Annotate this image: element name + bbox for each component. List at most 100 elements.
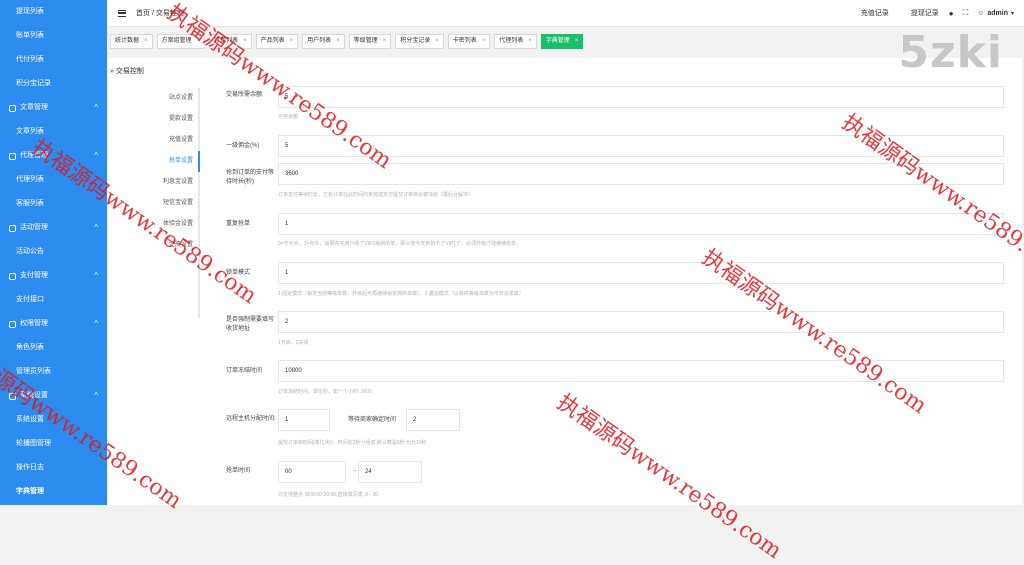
tab[interactable]: 积分宝记录 × (395, 34, 444, 49)
pay-wait-help: 订单支付等待时长，已抢订单在此时间内未完成支付提交订单将会被冻结（需后台解冻） (278, 192, 474, 198)
top-header: 首页 / 交易控制 充值记录 提现记录 ● ⛶ ☺ admin ▾ (107, 0, 1024, 27)
bell-icon[interactable]: ● (949, 9, 954, 18)
subnav-item[interactable]: 注册设置 (158, 235, 198, 256)
breadcrumb: 首页 / 交易控制 (136, 10, 184, 17)
sidebar-group[interactable]: 权限管理 ^ (0, 312, 107, 336)
sidebar-item[interactable]: 账单列表 (0, 24, 107, 48)
sidebar-item[interactable]: 代付列表 (0, 48, 107, 72)
min-balance-help: 可用余额 (278, 114, 299, 120)
tab-label: 积分宝记录 (400, 38, 431, 44)
subnav-item[interactable]: 短信宝设置 (158, 193, 198, 214)
sidebar-item[interactable]: 管理员列表 (0, 360, 107, 384)
order-mode-help: 1:固定模式（锁定当前等级单数，升级后可再继续锁定高的单数），2:叠加模式（以最… (278, 291, 524, 297)
distribute-input-2[interactable]: 2 (406, 409, 460, 431)
repeat-order-label: 重复抢单 (226, 221, 251, 227)
sidebar-group-label: 支付管理 (20, 272, 48, 279)
tab[interactable]: 卡密列表 × (447, 34, 491, 49)
close-icon[interactable]: × (290, 35, 294, 48)
tab[interactable]: 订单列表 × (209, 34, 252, 49)
sidebar-item[interactable]: 系统设置 (0, 408, 107, 432)
sidebar-item[interactable]: 提现列表 (0, 0, 107, 24)
sidebar-group-label: 代理管理 (20, 152, 48, 159)
close-icon[interactable]: × (144, 35, 148, 48)
commission-label: 一级佣金(%) (226, 143, 260, 149)
distribute-input-1[interactable]: 1 (278, 409, 330, 431)
tab[interactable]: 统计数据 × (110, 34, 153, 49)
freeze-time-input[interactable]: 10800 (278, 360, 1004, 382)
sidebar-group-label: 文章管理 (20, 104, 48, 111)
repeat-order-help: 0=不允许，1=允许，如果购买用户购了VIP1级别的单，那么他今天就抢不了VIP… (278, 241, 522, 247)
tab[interactable]: 产品列表 × (255, 34, 299, 49)
group-icon (9, 320, 16, 328)
sidebar-group-label: 活动管理 (20, 224, 48, 231)
sidebar-group[interactable]: 活动管理 ^ (0, 216, 107, 240)
tab[interactable]: 等级管理 × (348, 34, 392, 49)
hamburger-icon[interactable] (118, 9, 126, 17)
sidebar-group[interactable]: 文章管理 ^ (0, 96, 107, 120)
sidebar-item[interactable]: 代理列表 (0, 168, 107, 192)
close-icon[interactable]: × (197, 35, 201, 48)
sidebar-group[interactable]: 支付管理 ^ (0, 264, 107, 288)
tab-label: 统计数据 (115, 38, 140, 44)
sidebar-item[interactable]: 操作日志 (0, 456, 107, 480)
sidebar-item[interactable]: 文章列表 (0, 120, 107, 144)
sidebar-item[interactable]: 轮播图管理 (0, 432, 107, 456)
subnav-item[interactable]: 抢单设置 (158, 151, 200, 172)
settings-subnav: 站点设置 提款设置 充值设置 抢单设置 利息宝设置 短信宝设置 体验金设置 注册设置 (158, 88, 200, 318)
sidebar-group-label: 系统设置 (20, 392, 48, 399)
grab-time-from-input[interactable]: 00 (278, 461, 346, 483)
tab[interactable]: 方案组管理 × (156, 34, 206, 49)
close-icon[interactable]: × (435, 35, 439, 48)
chevron-up-icon: ^ (94, 271, 98, 280)
tab[interactable]: 代理列表 × (494, 34, 537, 49)
sidebar-item[interactable]: 角色列表 (0, 336, 107, 360)
close-icon[interactable]: × (528, 35, 532, 48)
group-icon (9, 392, 16, 400)
force-address-input[interactable]: 2 (278, 311, 1004, 333)
username: admin (987, 9, 1008, 17)
close-icon[interactable]: × (383, 35, 387, 48)
fullscreen-icon[interactable]: ⛶ (963, 8, 969, 18)
grab-time-to-input[interactable]: 24 (358, 461, 422, 483)
tab-label: 方案组管理 (161, 38, 192, 44)
sidebar-item[interactable]: 积分宝记录 (0, 72, 107, 96)
grab-time-label: 抢单时间 (226, 468, 251, 474)
withdraw-records-link[interactable]: 提现记录 (911, 8, 939, 18)
commission-input[interactable]: 5 (278, 135, 1004, 157)
subnav-item[interactable]: 站点设置 (158, 88, 198, 109)
sidebar-group-label: 权限管理 (20, 320, 48, 327)
close-icon[interactable]: × (336, 35, 340, 48)
user-menu[interactable]: ☺ admin ▾ (977, 10, 1014, 17)
sidebar-group[interactable]: 代理管理 ^ (0, 144, 107, 168)
subnav-item[interactable]: 利息宝设置 (158, 172, 198, 193)
sidebar-item[interactable]: 客服列表 (0, 192, 107, 216)
sidebar-item[interactable]: 活动公告 (0, 240, 107, 264)
order-mode-input[interactable]: 1 (278, 262, 1004, 284)
tab[interactable]: 字典管理 × (540, 34, 584, 49)
subnav-item[interactable]: 体验金设置 (158, 214, 198, 235)
tab-label: 代理列表 (499, 38, 524, 44)
freeze-time-help: 订单冻结时间，单位秒，如一个小时: 3600 (278, 389, 372, 395)
subnav-item[interactable]: 充值设置 (158, 130, 198, 151)
tab[interactable]: 用户列表 × (302, 34, 345, 49)
min-balance-input[interactable]: 5 (278, 86, 1004, 108)
tab-label: 订单列表 (214, 38, 239, 44)
tab-label: 用户列表 (307, 38, 332, 44)
tab-label: 字典管理 (545, 38, 570, 44)
sidebar-item[interactable]: 支付接口 (0, 288, 107, 312)
recharge-records-link[interactable]: 充值记录 (861, 8, 889, 18)
close-icon[interactable]: × (243, 35, 247, 48)
close-icon[interactable]: × (575, 35, 579, 48)
sidebar-item[interactable]: 字典管理 (0, 480, 107, 504)
sidebar-group[interactable]: 系统设置 ^ (0, 384, 107, 408)
pay-wait-label: 抢到订单的支付等待时长(秒) (226, 170, 275, 185)
close-icon[interactable]: × (482, 35, 486, 48)
group-icon (9, 152, 16, 160)
tab-label: 产品列表 (260, 38, 285, 44)
chevron-up-icon: ^ (94, 223, 98, 232)
repeat-order-input[interactable]: 1 (278, 213, 1004, 235)
header-actions: 充值记录 提现记录 ● ⛶ ☺ admin ▾ (861, 8, 1014, 18)
subnav-item[interactable]: 提款设置 (158, 109, 198, 130)
chevron-up-icon: ^ (94, 319, 98, 328)
pay-wait-input[interactable]: 3600 (278, 163, 1004, 185)
